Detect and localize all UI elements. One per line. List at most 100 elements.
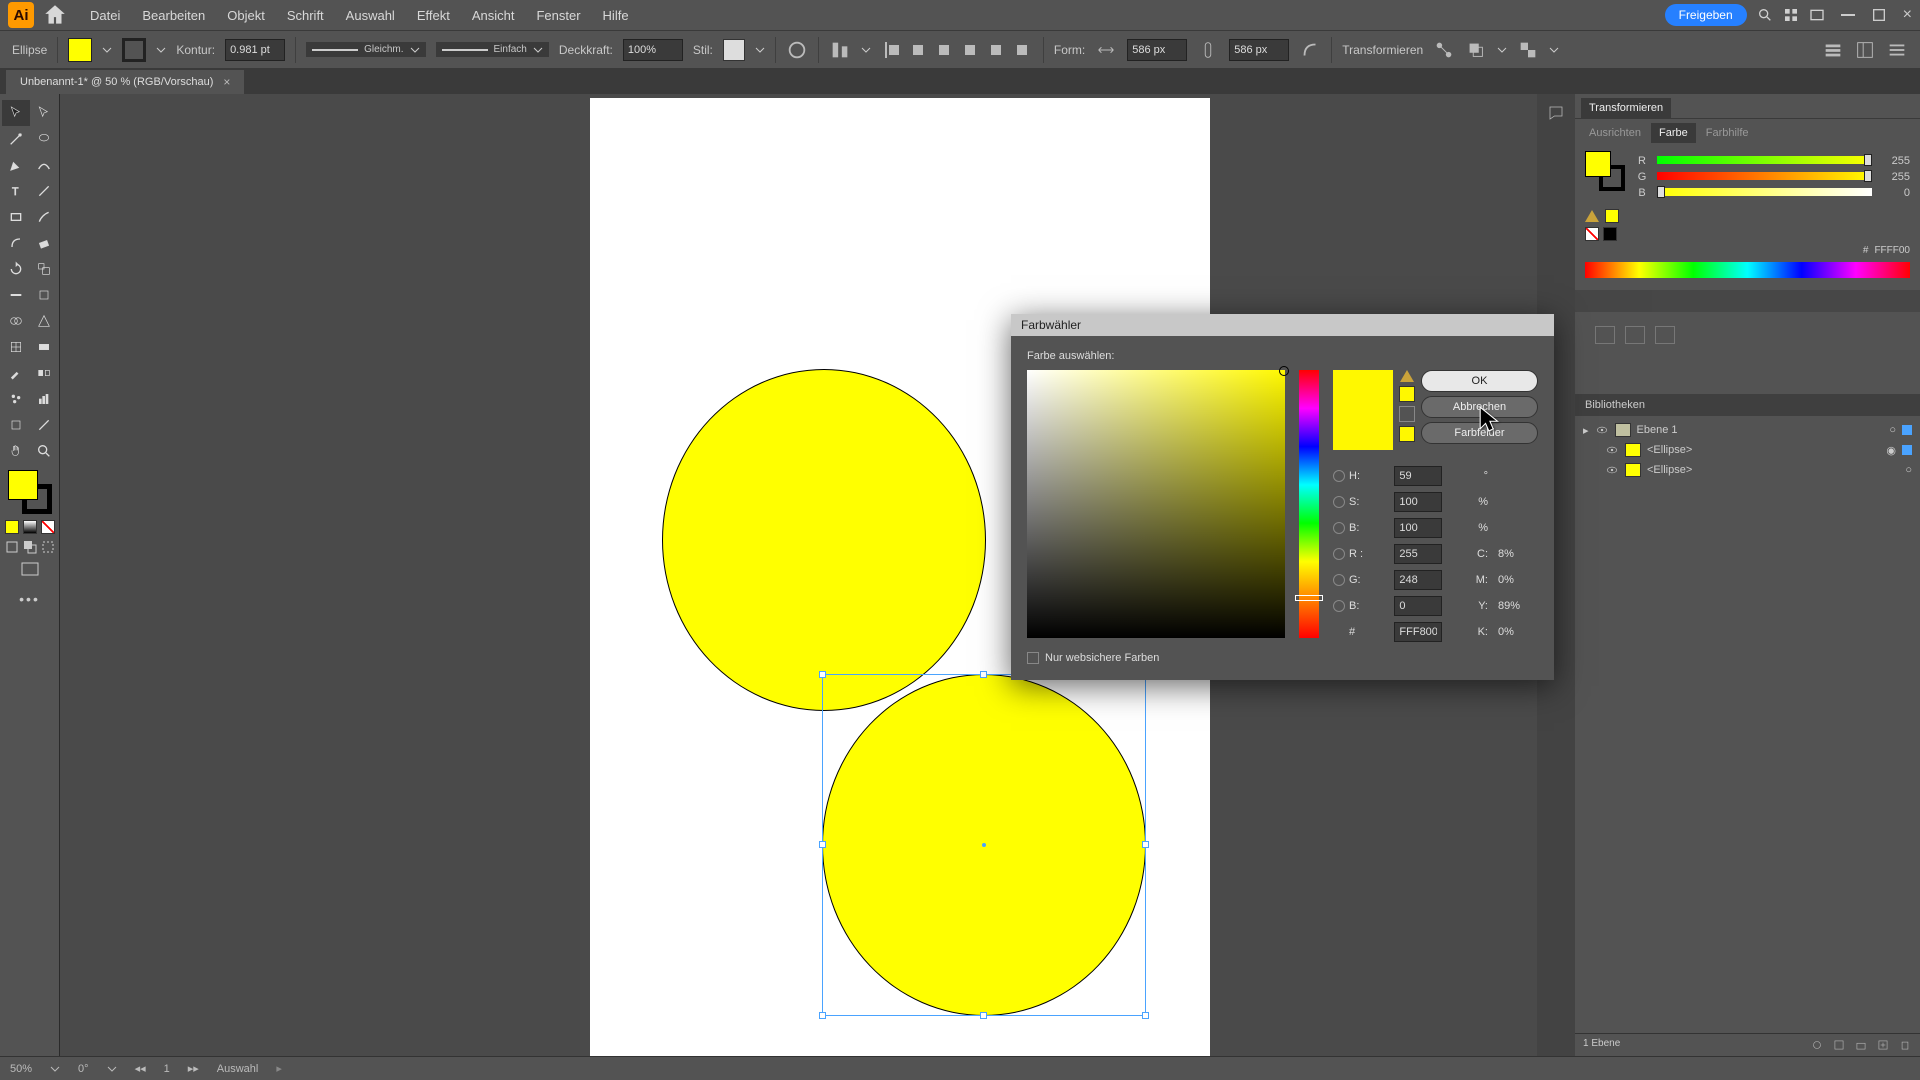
new-swatch-icon[interactable] xyxy=(1595,326,1615,344)
chevron-down-icon[interactable] xyxy=(1497,45,1507,55)
pathfinder-icon[interactable] xyxy=(1613,366,1631,382)
stroke-swatch[interactable] xyxy=(122,38,146,62)
layer-item[interactable]: <Ellipse> ○ xyxy=(1575,460,1920,480)
s-radio[interactable] xyxy=(1333,496,1345,508)
websafe-swatch[interactable] xyxy=(1399,426,1415,442)
closest-gamut-swatch[interactable] xyxy=(1399,386,1415,402)
shaper-tool[interactable] xyxy=(2,230,30,256)
draw-inside-icon[interactable] xyxy=(41,540,55,554)
g-slider[interactable] xyxy=(1657,172,1872,182)
chevron-down-icon[interactable] xyxy=(107,1064,117,1074)
zoom-tool[interactable] xyxy=(30,438,58,464)
selection-bounding-box[interactable] xyxy=(822,674,1146,1016)
edit-toolbar-icon[interactable]: ••• xyxy=(19,591,40,607)
arrange-icon[interactable] xyxy=(1465,39,1487,61)
opacity-input[interactable] xyxy=(623,39,683,61)
align-vcenter-icon[interactable] xyxy=(985,39,1007,61)
layer-item[interactable]: <Ellipse> ◉ xyxy=(1575,440,1920,460)
pathfinder-icon[interactable] xyxy=(1697,366,1715,382)
tab-color[interactable]: Farbe xyxy=(1651,123,1696,143)
b-value[interactable]: 0 xyxy=(1880,187,1910,199)
artboard-nav-prev[interactable]: ◂◂ xyxy=(135,1062,146,1075)
s-input[interactable] xyxy=(1394,492,1442,512)
width-input[interactable] xyxy=(1127,39,1187,61)
align-bottom-icon[interactable] xyxy=(1011,39,1033,61)
link-wh-icon[interactable] xyxy=(1197,39,1219,61)
hex-value[interactable]: FFFF00 xyxy=(1874,245,1910,256)
gradient-tool[interactable] xyxy=(30,334,58,360)
pen-tool[interactable] xyxy=(2,152,30,178)
draw-normal-icon[interactable] xyxy=(5,540,19,554)
menu-window[interactable]: Fenster xyxy=(526,4,590,27)
home-icon[interactable] xyxy=(42,2,68,28)
h-input[interactable] xyxy=(1394,466,1442,486)
shape-builder-tool[interactable] xyxy=(2,308,30,334)
toggle-visibility-icon[interactable]: ▸ xyxy=(1583,424,1589,437)
window-minimize-icon[interactable] xyxy=(1841,14,1855,16)
g-value[interactable]: 255 xyxy=(1880,171,1910,183)
g-radio[interactable] xyxy=(1333,574,1345,586)
mesh-tool[interactable] xyxy=(2,334,30,360)
menu-edit[interactable]: Bearbeiten xyxy=(132,4,215,27)
pathfinder-icon[interactable] xyxy=(1585,366,1603,382)
chevron-down-icon[interactable] xyxy=(755,45,765,55)
out-of-gamut-icon[interactable] xyxy=(1400,370,1414,382)
select-similar-icon[interactable] xyxy=(1517,39,1539,61)
graphic-style-swatch[interactable] xyxy=(723,39,745,61)
g-input[interactable] xyxy=(1394,570,1442,590)
h-radio[interactable] xyxy=(1333,470,1345,482)
share-button[interactable]: Freigeben xyxy=(1665,4,1747,26)
panel-fill-swatch[interactable] xyxy=(1585,151,1611,177)
perspective-tool[interactable] xyxy=(30,308,58,334)
screen-mode-icon[interactable] xyxy=(21,562,39,581)
eyedropper-tool[interactable] xyxy=(2,360,30,386)
chevron-down-icon[interactable] xyxy=(156,45,166,55)
menu-select[interactable]: Auswahl xyxy=(336,4,405,27)
menu-object[interactable]: Objekt xyxy=(217,4,275,27)
new-layer-icon[interactable] xyxy=(1876,1038,1890,1052)
delete-icon[interactable] xyxy=(1655,326,1675,344)
hue-slider-knob[interactable] xyxy=(1295,595,1323,601)
menu-type[interactable]: Schrift xyxy=(277,4,334,27)
hex-input[interactable] xyxy=(1394,622,1442,642)
spectrum-bar[interactable] xyxy=(1585,262,1910,278)
tab-colorguide[interactable]: Farbhilfe xyxy=(1698,123,1757,143)
free-transform-tool[interactable] xyxy=(30,282,58,308)
r-slider[interactable] xyxy=(1657,156,1872,166)
bv-input[interactable] xyxy=(1394,518,1442,538)
paintbrush-tool[interactable] xyxy=(30,204,58,230)
swatches-button[interactable]: Farbfelder xyxy=(1421,422,1538,444)
width-tool[interactable] xyxy=(2,282,30,308)
document-tab[interactable]: Unbenannt-1* @ 50 % (RGB/Vorschau) × xyxy=(6,70,244,94)
layer-item-name[interactable]: <Ellipse> xyxy=(1647,464,1692,476)
hand-tool[interactable] xyxy=(2,438,30,464)
dialog-title[interactable]: Farbwähler xyxy=(1011,314,1554,336)
recolor-icon[interactable] xyxy=(786,39,808,61)
align-icon[interactable] xyxy=(829,39,851,61)
artboard-number[interactable]: 1 xyxy=(164,1063,170,1075)
ok-button[interactable]: OK xyxy=(1421,370,1538,392)
bl-input[interactable] xyxy=(1394,596,1442,616)
lasso-tool[interactable] xyxy=(30,126,58,152)
selection-tool[interactable] xyxy=(2,100,30,126)
r-value[interactable]: 255 xyxy=(1880,155,1910,167)
sv-indicator[interactable] xyxy=(1279,366,1289,376)
target-icon[interactable]: ◉ xyxy=(1886,444,1896,457)
window-close-icon[interactable]: × xyxy=(1903,6,1912,24)
curvature-tool[interactable] xyxy=(30,152,58,178)
tab-transform[interactable]: Transformieren xyxy=(1581,98,1671,118)
fill-stroke-swatch[interactable] xyxy=(8,470,52,514)
chevron-down-icon[interactable] xyxy=(102,45,112,55)
slice-tool[interactable] xyxy=(30,412,58,438)
window-maximize-icon[interactable] xyxy=(1871,7,1887,23)
fill-swatch[interactable] xyxy=(68,38,92,62)
align-left-icon[interactable] xyxy=(881,39,903,61)
rectangle-tool[interactable] xyxy=(2,204,30,230)
panel-toggle-icon[interactable] xyxy=(1822,39,1844,61)
rotate-value[interactable]: 0° xyxy=(78,1063,89,1075)
corner-icon[interactable] xyxy=(1299,39,1321,61)
tab-align[interactable]: Ausrichten xyxy=(1581,123,1649,143)
transform-label[interactable]: Transformieren xyxy=(1342,43,1423,57)
cancel-button[interactable]: Abbrechen xyxy=(1421,396,1538,418)
stroke-weight-input[interactable] xyxy=(225,39,285,61)
